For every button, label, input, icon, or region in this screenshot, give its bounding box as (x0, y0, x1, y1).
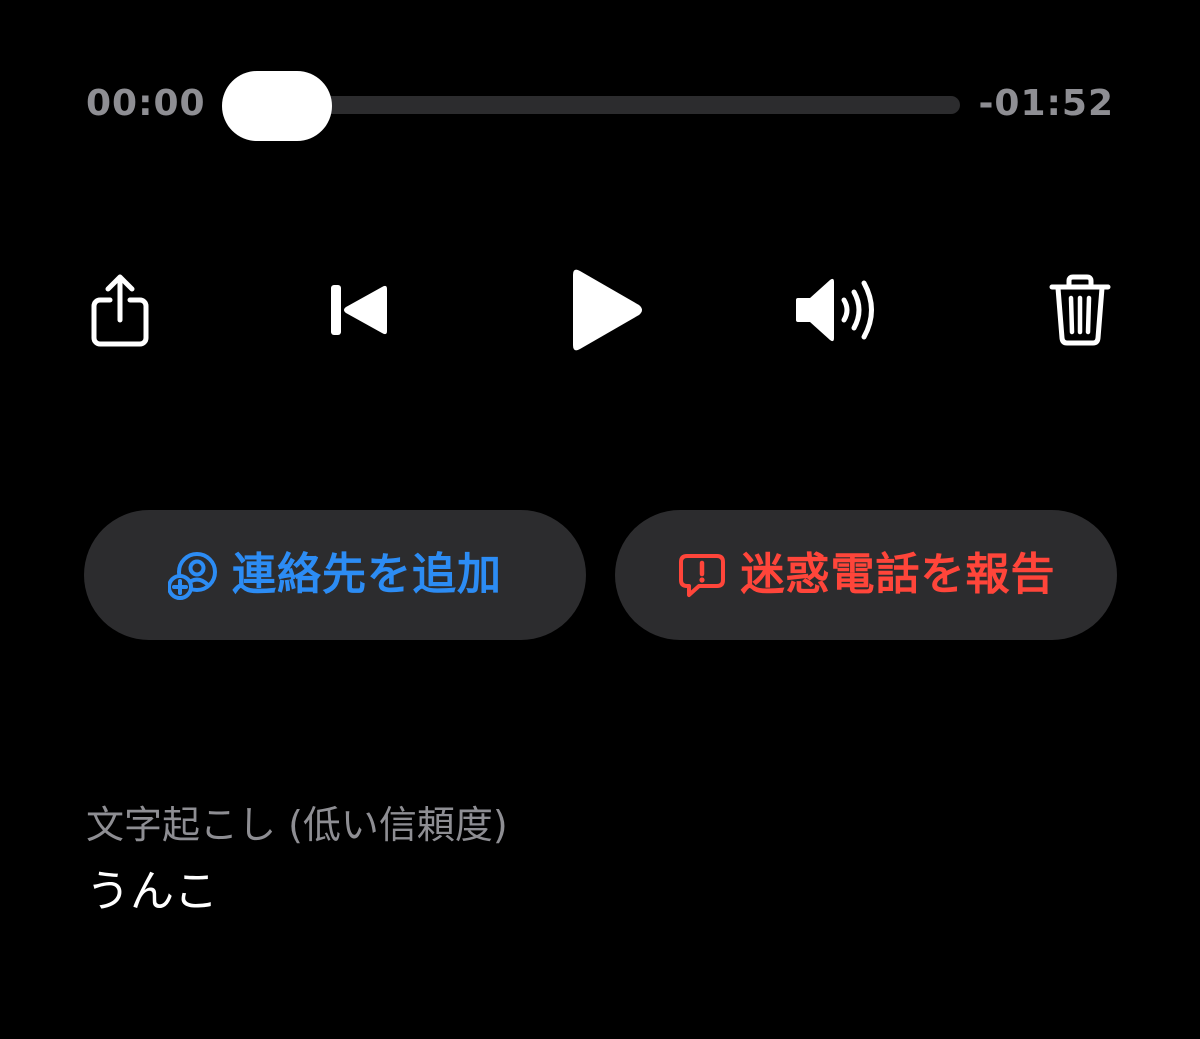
transcription-section: 文字起こし (低い信頼度) うんこ (86, 800, 1116, 920)
speaker-button[interactable] (780, 250, 900, 370)
add-contact-button[interactable]: 連絡先を追加 (84, 510, 586, 640)
report-spam-button[interactable]: 迷惑電話を報告 (615, 510, 1117, 640)
transport-controls (0, 250, 1200, 370)
share-button[interactable] (60, 250, 180, 370)
report-spam-label: 迷惑電話を報告 (740, 549, 1056, 600)
call-actions: 連絡先を追加 迷惑電話を報告 (0, 510, 1200, 642)
playback-scrubber: 00:00 -01:52 (0, 60, 1200, 150)
add-contact-icon (168, 550, 218, 600)
trash-icon (1049, 274, 1111, 346)
progress-track[interactable] (224, 96, 960, 114)
transcription-text: うんこ (86, 866, 218, 917)
play-icon (573, 269, 642, 351)
delete-button[interactable] (1020, 250, 1140, 370)
skip-back-icon (331, 285, 387, 335)
scrubber-thumb[interactable] (222, 71, 332, 141)
report-bubble-icon (677, 550, 727, 600)
elapsed-time: 00:00 (86, 83, 206, 124)
add-contact-label: 連絡先を追加 (232, 549, 502, 600)
skip-back-button[interactable] (300, 250, 420, 370)
transcription-heading: 文字起こし (低い信頼度) (86, 803, 508, 847)
remaining-time: -01:52 (978, 83, 1114, 124)
speaker-volume-icon (796, 278, 874, 342)
play-button[interactable] (545, 250, 665, 370)
share-icon (91, 274, 149, 347)
